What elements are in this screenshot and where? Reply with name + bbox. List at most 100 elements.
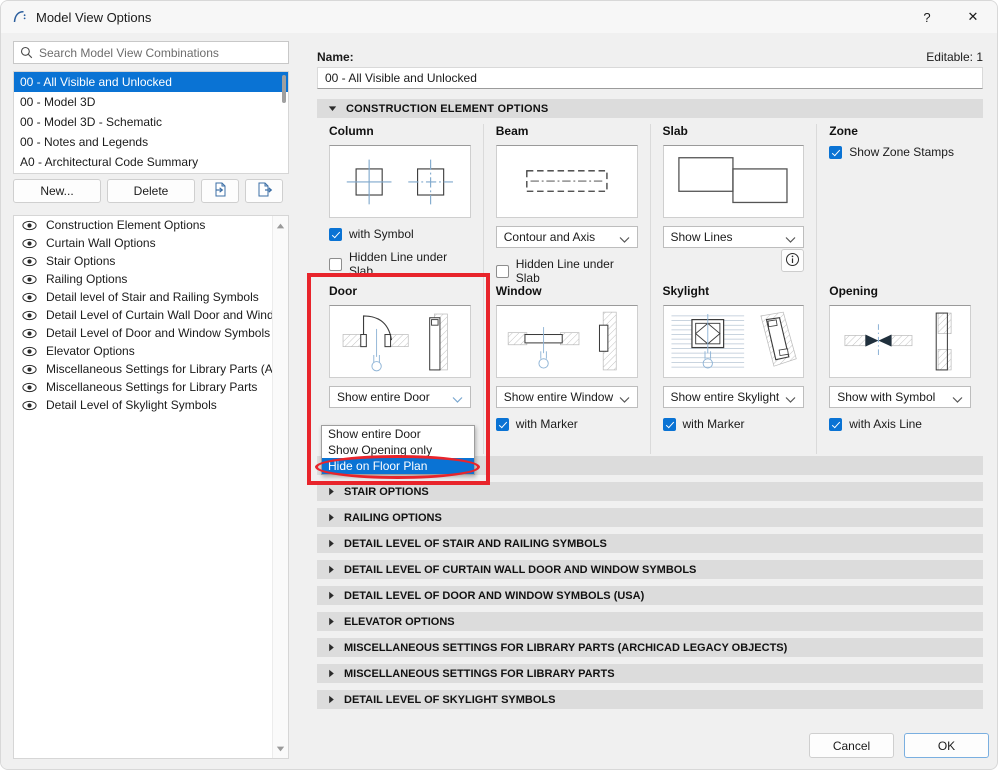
door-symbol-preview	[329, 305, 471, 378]
view-option-row[interactable]: Construction Element Options	[14, 216, 288, 234]
slab-info-button[interactable]	[781, 249, 805, 272]
combination-item[interactable]: 00 - Model 3D	[14, 92, 288, 112]
cancel-button[interactable]: Cancel	[809, 733, 894, 758]
section-header-elevator-options[interactable]: ELEVATOR OPTIONS	[317, 612, 983, 631]
zone-show-stamps-label: Show Zone Stamps	[849, 145, 954, 159]
view-option-row[interactable]: Miscellaneous Settings for Library Parts	[14, 378, 288, 396]
chevron-down-icon	[785, 233, 796, 247]
beam-hidden-line-row[interactable]: Hidden Line under Slab	[495, 257, 638, 285]
opening-display-select[interactable]: Show with Symbol	[829, 386, 971, 408]
skylight-display-select[interactable]: Show entire Skylight	[662, 386, 805, 408]
door-display-select[interactable]: Show entire Door	[329, 386, 471, 408]
view-options-scrollbar[interactable]	[272, 216, 288, 758]
chevron-down-icon	[952, 393, 963, 407]
combination-item[interactable]: A0 - Architectural Code Summary	[14, 152, 288, 172]
section-header-misc-settings-library-parts-legacy[interactable]: MISCELLANEOUS SETTINGS FOR LIBRARY PARTS…	[317, 638, 983, 657]
eye-icon[interactable]	[22, 328, 37, 339]
column-with-symbol-row[interactable]: with Symbol	[329, 227, 471, 241]
view-option-row[interactable]: Stair Options	[14, 252, 288, 270]
opening-with-axis-line-checkbox[interactable]	[829, 417, 843, 431]
beam-hidden-line-checkbox[interactable]	[495, 264, 509, 278]
eye-icon[interactable]	[22, 400, 37, 411]
help-button[interactable]: ?	[904, 1, 950, 33]
column-hidden-line-row[interactable]: Hidden Line under Slab	[329, 250, 471, 278]
column-with-symbol-checkbox[interactable]	[329, 227, 342, 241]
section-header-stair-options[interactable]: STAIR OPTIONS	[317, 482, 983, 501]
section-header-detail-level-skylight-symbols[interactable]: DETAIL LEVEL OF SKYLIGHT SYMBOLS	[317, 690, 983, 709]
door-title: Door	[329, 284, 357, 298]
combination-item[interactable]: 00 - All Visible and Unlocked	[14, 72, 288, 92]
search-input[interactable]	[39, 45, 274, 60]
section-title: DETAIL LEVEL OF SKYLIGHT SYMBOLS	[344, 693, 556, 706]
view-option-label: Detail Level of Curtain Wall Door and Wi…	[46, 308, 289, 322]
import-button[interactable]	[201, 179, 239, 203]
delete-button[interactable]: Delete	[107, 179, 195, 203]
export-button[interactable]	[245, 179, 283, 203]
eye-icon[interactable]	[22, 220, 37, 231]
opening-with-axis-line-row[interactable]: with Axis Line	[829, 417, 971, 431]
window-with-marker-checkbox[interactable]	[495, 417, 509, 431]
eye-icon[interactable]	[22, 310, 37, 321]
eye-icon[interactable]	[22, 238, 37, 249]
dropdown-option-show-entire-door[interactable]: Show entire Door	[322, 426, 474, 442]
model-view-options-dialog: Model View Options ? ✕ 00 - All Visible …	[0, 0, 998, 770]
section-header-detail-level-curtain-wall-door-window-symbols[interactable]: DETAIL LEVEL OF CURTAIN WALL DOOR AND WI…	[317, 560, 983, 579]
view-option-row[interactable]: Curtain Wall Options	[14, 234, 288, 252]
view-option-label: Curtain Wall Options	[46, 236, 156, 250]
window-with-marker-row[interactable]: with Marker	[495, 417, 638, 431]
view-option-row[interactable]: Detail Level of Skylight Symbols	[14, 396, 288, 414]
view-option-label: Miscellaneous Settings for Library Parts…	[46, 362, 289, 376]
eye-icon[interactable]	[22, 274, 37, 285]
combination-item[interactable]: 00 - Notes and Legends	[14, 132, 288, 152]
chevron-right-icon	[328, 565, 335, 574]
view-option-row[interactable]: Elevator Options	[14, 342, 288, 360]
view-option-row[interactable]: Detail Level of Curtain Wall Door and Wi…	[14, 306, 288, 324]
eye-icon[interactable]	[22, 382, 37, 393]
eye-icon[interactable]	[22, 292, 37, 303]
beam-hidden-line-label: Hidden Line under Slab	[515, 257, 614, 285]
eye-icon[interactable]	[22, 346, 37, 357]
skylight-with-marker-row[interactable]: with Marker	[662, 417, 805, 431]
beam-display-select[interactable]: Contour and Axis	[495, 226, 638, 248]
zone-show-stamps-row[interactable]: Show Zone Stamps	[829, 145, 971, 159]
skylight-title: Skylight	[662, 284, 710, 298]
slab-display-select[interactable]: Show Lines	[662, 226, 805, 248]
combination-item[interactable]: 00 - Model 3D - Schematic	[14, 112, 288, 132]
ok-button[interactable]: OK	[904, 733, 989, 758]
section-header-misc-settings-library-parts[interactable]: MISCELLANEOUS SETTINGS FOR LIBRARY PARTS	[317, 664, 983, 683]
window-display-value: Show entire Window	[503, 390, 614, 404]
view-option-row[interactable]: Detail level of Stair and Railing Symbol…	[14, 288, 288, 306]
scroll-up-icon[interactable]	[273, 218, 288, 233]
section-header-detail-level-stair-railing-symbols[interactable]: DETAIL LEVEL OF STAIR AND RAILING SYMBOL…	[317, 534, 983, 553]
titlebar: Model View Options ? ✕	[1, 1, 997, 33]
name-input[interactable]: 00 - All Visible and Unlocked	[317, 67, 983, 89]
sidebar-button-row: New... Delete	[13, 179, 289, 203]
section-header-construction-element-options[interactable]: CONSTRUCTION ELEMENT OPTIONS	[317, 99, 983, 118]
name-label: Name:	[317, 50, 354, 64]
eye-icon[interactable]	[22, 364, 37, 375]
dropdown-option-hide-on-floor-plan[interactable]: Hide on Floor Plan	[322, 458, 474, 474]
view-options-list[interactable]: Construction Element Options Curtain Wal…	[13, 215, 289, 759]
view-option-label: Stair Options	[46, 254, 116, 268]
combinations-scrollbar-thumb[interactable]	[282, 75, 286, 103]
window-display-select[interactable]: Show entire Window	[495, 386, 638, 408]
scroll-down-icon[interactable]	[273, 741, 288, 756]
zone-show-stamps-checkbox[interactable]	[829, 145, 843, 159]
combinations-list[interactable]: 00 - All Visible and Unlocked 00 - Model…	[13, 71, 289, 174]
new-button[interactable]: New...	[13, 179, 101, 203]
zone-group: Zone Show Zone Stamps	[816, 124, 983, 294]
view-option-row[interactable]: Railing Options	[14, 270, 288, 288]
view-option-row[interactable]: Miscellaneous Settings for Library Parts…	[14, 360, 288, 378]
skylight-with-marker-checkbox[interactable]	[662, 417, 676, 431]
beam-group: Beam Contour and Axis Hidden Line under …	[482, 124, 650, 294]
chevron-right-icon	[328, 617, 335, 626]
search-box[interactable]	[13, 41, 289, 64]
dropdown-option-show-opening-only[interactable]: Show Opening only	[322, 442, 474, 458]
close-icon[interactable]: ✕	[950, 1, 996, 33]
section-header-detail-level-door-window-symbols-usa[interactable]: DETAIL LEVEL OF DOOR AND WINDOW SYMBOLS …	[317, 586, 983, 605]
door-display-dropdown-menu[interactable]: Show entire Door Show Opening only Hide …	[321, 425, 475, 475]
section-header-railing-options[interactable]: RAILING OPTIONS	[317, 508, 983, 527]
view-option-row[interactable]: Detail Level of Door and Window Symbols …	[14, 324, 288, 342]
column-hidden-line-checkbox[interactable]	[329, 257, 342, 271]
eye-icon[interactable]	[22, 256, 37, 267]
